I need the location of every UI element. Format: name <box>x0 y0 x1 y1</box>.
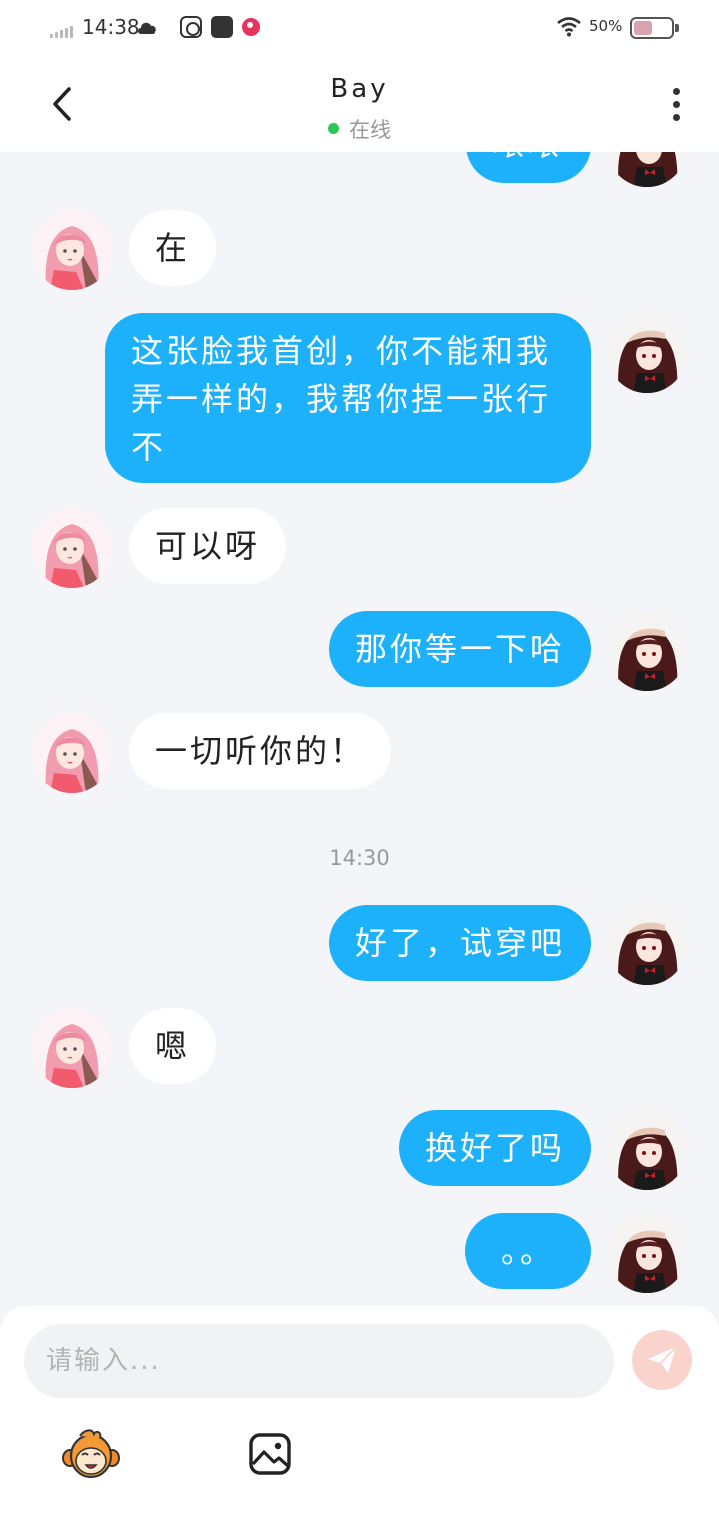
message-list[interactable]: 哝哝 在 这张脸我首创，你不能和我弄一样的，我帮你捏一张行不 可以呀 那你等一下… <box>0 152 719 1306</box>
app-notification-icon <box>211 16 233 38</box>
battery-icon <box>630 17 674 39</box>
message-text: 可以呀 <box>155 527 261 565</box>
online-dot-icon <box>328 123 339 134</box>
message-text: 这张脸我首创，你不能和我弄一样的，我帮你捏一张行不 <box>131 332 552 466</box>
time-separator: 14:30 <box>329 846 390 870</box>
chat-header: Bay 在线 <box>0 56 719 152</box>
signal-icon <box>50 24 74 38</box>
my-avatar[interactable] <box>607 1110 687 1190</box>
my-avatar[interactable] <box>607 905 687 985</box>
status-bar: 14:38 50% <box>0 0 719 56</box>
my-avatar[interactable] <box>607 611 687 691</box>
message-bubble-sent[interactable]: 哝哝 <box>466 152 591 183</box>
more-vertical-icon <box>672 87 680 95</box>
my-avatar[interactable] <box>607 152 687 187</box>
my-avatar[interactable] <box>607 1213 687 1293</box>
composer-bar <box>0 1306 719 1515</box>
more-options-button[interactable] <box>660 82 692 126</box>
send-button[interactable] <box>632 1330 692 1390</box>
message-bubble-received[interactable]: 可以呀 <box>129 508 287 584</box>
message-text: 在 <box>155 229 191 267</box>
contact-avatar[interactable] <box>32 713 112 793</box>
status-time: 14:38 <box>82 15 140 39</box>
message-bubble-received[interactable]: 一切听你的！ <box>129 713 392 789</box>
battery-percent: 50% <box>589 17 623 35</box>
message-bubble-sent[interactable]: 那你等一下哈 <box>328 611 591 687</box>
image-icon[interactable] <box>248 1432 292 1476</box>
battery-level <box>634 21 652 35</box>
message-bubble-received[interactable]: 嗯 <box>129 1008 217 1084</box>
message-text: 。。 <box>500 1232 555 1270</box>
contact-name: Bay <box>330 74 389 104</box>
contact-avatar[interactable] <box>32 1008 112 1088</box>
message-text: 哝哝 <box>492 152 562 163</box>
battery-cap <box>675 24 679 32</box>
message-text: 那你等一下哈 <box>354 630 565 668</box>
my-avatar[interactable] <box>607 313 687 393</box>
monkey-emoji-icon[interactable] <box>62 1428 120 1480</box>
app-notification-icon <box>242 18 260 36</box>
message-text: 好了，试穿吧 <box>354 924 565 962</box>
message-bubble-received[interactable]: 在 <box>129 210 217 286</box>
online-status: 在线 <box>0 114 719 144</box>
message-bubble-sent[interactable]: 换好了吗 <box>398 1110 591 1186</box>
message-input[interactable] <box>24 1324 614 1398</box>
message-bubble-sent[interactable]: 这张脸我首创，你不能和我弄一样的，我帮你捏一张行不 <box>105 313 591 483</box>
contact-avatar[interactable] <box>32 508 112 588</box>
paper-plane-icon <box>648 1346 677 1373</box>
message-text: 嗯 <box>155 1027 191 1065</box>
message-text: 换好了吗 <box>424 1129 565 1167</box>
app-notification-icon <box>180 16 202 38</box>
online-status-label: 在线 <box>349 118 391 142</box>
cloud-icon <box>138 22 156 34</box>
message-text: 一切听你的！ <box>155 732 366 770</box>
message-bubble-sent[interactable]: 好了，试穿吧 <box>328 905 591 981</box>
contact-avatar[interactable] <box>32 210 112 290</box>
message-bubble-sent[interactable]: 。。 <box>465 1213 591 1289</box>
wifi-icon <box>557 17 581 37</box>
